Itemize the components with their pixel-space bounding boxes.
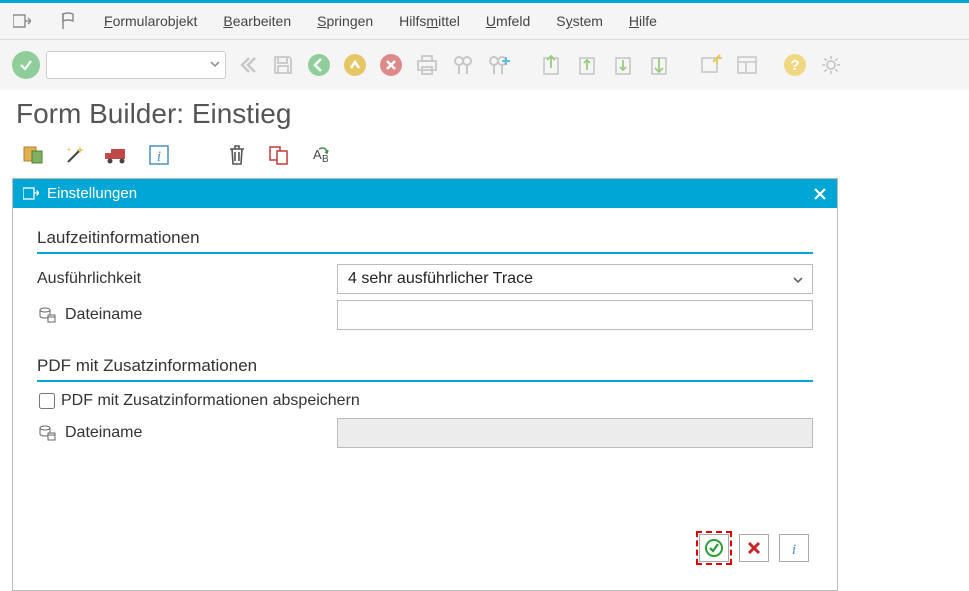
command-field[interactable] <box>46 51 226 79</box>
help-icon[interactable]: ? <box>780 50 810 80</box>
svg-text:i: i <box>157 149 161 165</box>
chevron-down-icon <box>792 274 804 286</box>
dialog-close-button[interactable] <box>813 187 827 201</box>
pdf-filename-label: Dateiname <box>65 424 142 442</box>
dialog-title-icon <box>23 187 39 201</box>
verbosity-value: 4 sehr ausführlicher Trace <box>348 270 533 288</box>
file-db-icon <box>37 423 57 443</box>
settings-gear-icon[interactable] <box>816 50 846 80</box>
group-pdf-title: PDF mit Zusatzinformationen <box>37 356 813 382</box>
exit-circle-icon[interactable] <box>340 50 370 80</box>
pdf-filename-input <box>337 418 813 448</box>
page-title: Form Builder: Einstieg <box>0 90 969 134</box>
group-runtime-title: Laufzeitinformationen <box>37 228 813 254</box>
wizard-icon[interactable] <box>62 142 88 168</box>
menu-springen[interactable]: Springen <box>317 13 373 29</box>
info-icon[interactable]: i <box>146 142 172 168</box>
find-icon[interactable] <box>448 50 478 80</box>
save-icon[interactable] <box>268 50 298 80</box>
delete-icon[interactable] <box>224 142 250 168</box>
menu-formularobjekt[interactable]: FFormularobjekt/*noop*/ormularobjekt <box>104 13 197 29</box>
menu-umfeld[interactable]: Umfeld <box>486 13 530 29</box>
menu-doc-window-icon[interactable] <box>12 11 32 31</box>
svg-text:i: i <box>792 542 796 557</box>
pdf-extra-checkbox-label: PDF mit Zusatzinformationen abspeichern <box>61 392 360 410</box>
transport-icon[interactable] <box>104 142 130 168</box>
file-db-icon <box>37 305 57 325</box>
menu-system[interactable]: System <box>556 13 603 29</box>
chevron-down-icon[interactable] <box>210 59 220 69</box>
settings-dialog: Einstellungen Laufzeitinformationen Ausf… <box>12 178 838 591</box>
svg-text:?: ? <box>790 57 799 74</box>
menu-formularobjekt-text: ormularobjekt <box>113 13 198 29</box>
last-page-icon[interactable] <box>644 50 674 80</box>
menu-hilfsmittel[interactable]: Hilfsmittel <box>399 13 460 29</box>
svg-text:A: A <box>313 147 322 162</box>
dialog-cancel-button[interactable] <box>739 534 769 562</box>
new-window-icon[interactable] <box>696 50 726 80</box>
runtime-filename-input[interactable] <box>337 300 813 330</box>
nav-back-icon[interactable] <box>232 50 262 80</box>
verbosity-label: Ausführlichkeit <box>37 270 337 288</box>
layout-icon[interactable] <box>732 50 762 80</box>
prev-page-icon[interactable] <box>572 50 602 80</box>
print-icon[interactable] <box>412 50 442 80</box>
dialog-ok-button[interactable] <box>699 534 729 562</box>
menu-bearbeiten[interactable]: Bearbeiten <box>223 13 291 29</box>
cancel-circle-icon[interactable] <box>376 50 406 80</box>
dialog-title: Einstellungen <box>47 185 137 202</box>
pdf-extra-checkbox[interactable] <box>39 393 55 409</box>
back-circle-icon[interactable] <box>304 50 334 80</box>
copy-icon[interactable] <box>266 142 292 168</box>
enter-button[interactable] <box>12 51 40 79</box>
first-page-icon[interactable] <box>536 50 566 80</box>
dialog-info-button[interactable]: i <box>779 534 809 562</box>
display-icon[interactable] <box>20 142 46 168</box>
menu-flag-icon[interactable] <box>58 11 78 31</box>
runtime-filename-label: Dateiname <box>65 306 142 324</box>
next-page-icon[interactable] <box>608 50 638 80</box>
find-next-icon[interactable] <box>484 50 514 80</box>
svg-text:B: B <box>322 154 329 165</box>
menu-hilfe[interactable]: Hilfe <box>629 13 657 29</box>
verbosity-select[interactable]: 4 sehr ausführlicher Trace <box>337 264 813 294</box>
rename-icon[interactable]: AB <box>308 142 334 168</box>
